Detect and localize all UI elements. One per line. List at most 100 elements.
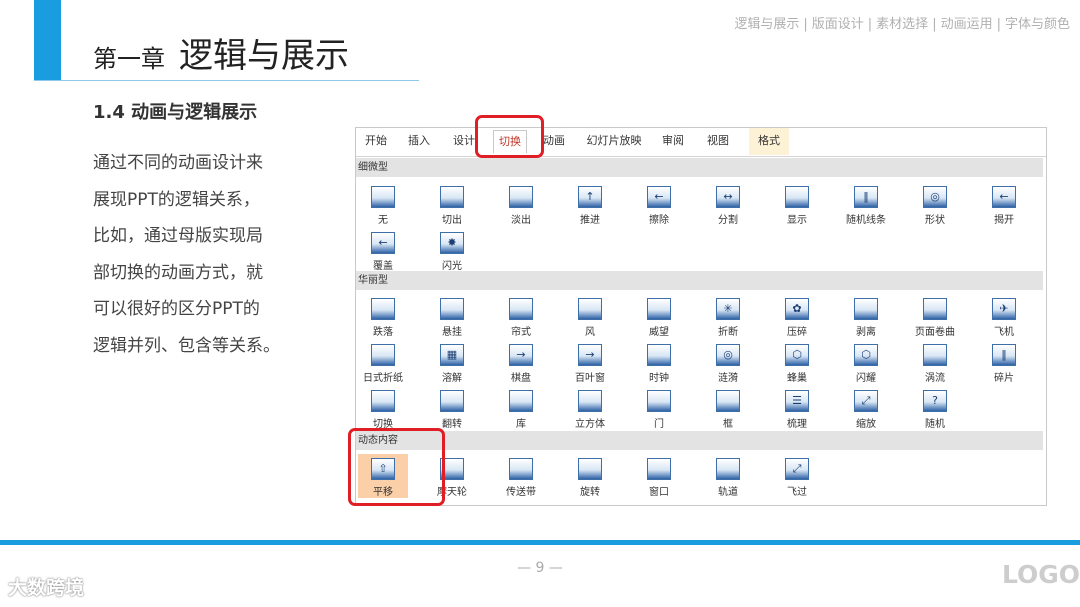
transition-item[interactable]: 切换 bbox=[358, 386, 408, 430]
transition-item-label: 碎片 bbox=[994, 373, 1014, 384]
transition-item[interactable]: 风 bbox=[565, 294, 615, 338]
transition-item[interactable]: → 百叶窗 bbox=[565, 340, 615, 384]
transition-item[interactable]: 立方体 bbox=[565, 386, 615, 430]
transition-item[interactable]: ⬡ 蜂巢 bbox=[772, 340, 822, 384]
transition-item-label: 百叶窗 bbox=[575, 373, 605, 384]
orbit-icon bbox=[716, 458, 740, 480]
tab-review[interactable]: 审阅 bbox=[658, 128, 688, 155]
transition-item[interactable]: 无 bbox=[358, 182, 408, 226]
icon-glyph: ▦ bbox=[446, 348, 458, 361]
transition-item[interactable]: ☰ 梳理 bbox=[772, 386, 822, 430]
footer-bar bbox=[0, 540, 1080, 545]
transition-item[interactable]: 时钟 bbox=[634, 340, 684, 384]
chapter-number: 第一章 bbox=[93, 45, 165, 73]
transition-item[interactable]: ‖ 随机线条 bbox=[841, 182, 891, 226]
transition-item[interactable]: ⬡ 闪耀 bbox=[841, 340, 891, 384]
body-line: 通过不同的动画设计来 bbox=[93, 153, 263, 173]
body-line: 逻辑并列、包含等关系。 bbox=[93, 335, 280, 356]
transition-item[interactable]: ↑ 推进 bbox=[565, 182, 615, 226]
transition-item[interactable]: 切出 bbox=[427, 182, 477, 226]
tab-slideshow[interactable]: 幻灯片放映 bbox=[584, 128, 644, 155]
tab-home[interactable]: 开始 bbox=[361, 128, 391, 155]
transition-item-label: 覆盖 bbox=[373, 261, 393, 272]
nav-item-logic[interactable]: 逻辑与展示 bbox=[734, 17, 799, 32]
body-line: 比如，通过母版实现局 bbox=[93, 226, 263, 247]
transition-item[interactable]: 帘式 bbox=[496, 294, 546, 338]
transition-item[interactable]: ‖ 碎片 bbox=[979, 340, 1029, 384]
transition-item[interactable]: ◎ 涟漪 bbox=[703, 340, 753, 384]
transition-item[interactable]: 轨道 bbox=[703, 454, 753, 498]
transition-item[interactable]: ▦ 溶解 bbox=[427, 340, 477, 384]
transition-item-label: 传送带 bbox=[506, 487, 536, 498]
transition-item-label: 分割 bbox=[718, 215, 738, 226]
transition-item[interactable]: 传送带 bbox=[496, 454, 546, 498]
transition-item[interactable]: 翻转 bbox=[427, 386, 477, 430]
transition-item[interactable]: 旋转 bbox=[565, 454, 615, 498]
crush-icon: ✿ bbox=[785, 298, 809, 320]
transition-item[interactable]: ← 擦除 bbox=[634, 182, 684, 226]
icon-glyph: ⬡ bbox=[861, 348, 871, 361]
transition-item[interactable]: 库 bbox=[496, 386, 546, 430]
transition-item-label: 风 bbox=[585, 327, 595, 338]
honeycomb-icon: ⬡ bbox=[785, 344, 809, 366]
transition-item[interactable]: 显示 bbox=[772, 182, 822, 226]
nav-item-animation[interactable]: 动画运用 bbox=[941, 17, 993, 32]
transition-item[interactable]: 门 bbox=[634, 386, 684, 430]
transition-item[interactable]: 悬挂 bbox=[427, 294, 477, 338]
transition-item[interactable]: ✳ 折断 bbox=[703, 294, 753, 338]
transition-item[interactable]: ✈ 飞机 bbox=[979, 294, 1029, 338]
transition-item[interactable]: 淡出 bbox=[496, 182, 546, 226]
tab-view[interactable]: 视图 bbox=[703, 128, 733, 155]
fracture-icon: ✳ bbox=[716, 298, 740, 320]
page-number: — 9 — bbox=[517, 560, 563, 576]
icon-glyph: ◎ bbox=[930, 190, 940, 203]
transition-item[interactable]: ⤢ 缩放 bbox=[841, 386, 891, 430]
transition-item[interactable]: ← 覆盖 bbox=[358, 228, 408, 272]
transition-item[interactable]: 涡流 bbox=[910, 340, 960, 384]
zoom-icon: ⤢ bbox=[854, 390, 878, 412]
transition-item-label: 悬挂 bbox=[442, 327, 462, 338]
cover-icon: ← bbox=[371, 232, 395, 254]
transitions-ribbon-screenshot: 开始 插入 设计 切换 动画 幻灯片放映 审阅 视图 格式 细微型无 切出 淡出 ↑ 推… bbox=[355, 127, 1047, 506]
transition-item[interactable]: ↔ 分割 bbox=[703, 182, 753, 226]
transition-item-label: 压碎 bbox=[787, 327, 807, 338]
transition-item[interactable]: ← 揭开 bbox=[979, 182, 1029, 226]
transition-item[interactable]: ? 随机 bbox=[910, 386, 960, 430]
transition-item[interactable]: 窗口 bbox=[634, 454, 684, 498]
transition-item[interactable]: ✿ 压碎 bbox=[772, 294, 822, 338]
icon-glyph: ↑ bbox=[585, 190, 595, 203]
glitter-icon: ⬡ bbox=[854, 344, 878, 366]
transition-item-label: 页面卷曲 bbox=[915, 327, 955, 338]
fall-over-icon bbox=[371, 298, 395, 320]
group-header: 华丽型 bbox=[356, 271, 1043, 290]
transition-item[interactable]: ⤢ 飞过 bbox=[772, 454, 822, 498]
transition-item[interactable]: 剥离 bbox=[841, 294, 891, 338]
transition-item[interactable]: 跌落 bbox=[358, 294, 408, 338]
transition-item[interactable]: 框 bbox=[703, 386, 753, 430]
nav-item-assets[interactable]: 素材选择 bbox=[876, 17, 928, 32]
header-underline bbox=[34, 80, 419, 81]
nav-item-fonts[interactable]: 字体与颜色 bbox=[1005, 17, 1070, 32]
vortex-icon bbox=[923, 344, 947, 366]
nav-item-layout[interactable]: 版面设计 bbox=[812, 17, 864, 32]
drape-icon bbox=[440, 298, 464, 320]
transition-item[interactable]: → 棋盘 bbox=[496, 340, 546, 384]
transition-item-label: 门 bbox=[654, 419, 664, 430]
group-header: 细微型 bbox=[356, 158, 1043, 177]
body-line: 可以很好的区分PPT的 bbox=[93, 299, 260, 320]
transition-item-label: 蜂巢 bbox=[787, 373, 807, 384]
tab-insert[interactable]: 插入 bbox=[404, 128, 434, 155]
transition-item[interactable]: 威望 bbox=[634, 294, 684, 338]
fly-through-icon: ⤢ bbox=[785, 458, 809, 480]
transition-item[interactable]: 页面卷曲 bbox=[910, 294, 960, 338]
transition-item[interactable]: ✸ 闪光 bbox=[427, 228, 477, 272]
chapter-title: 第一章 逻辑与展示 bbox=[93, 28, 349, 77]
transition-item[interactable]: 日式折纸 bbox=[358, 340, 408, 384]
transition-item[interactable]: ◎ 形状 bbox=[910, 182, 960, 226]
flash-icon: ✸ bbox=[440, 232, 464, 254]
chapter-name: 逻辑与展示 bbox=[179, 36, 349, 76]
conveyor-icon bbox=[509, 458, 533, 480]
tab-format[interactable]: 格式 bbox=[749, 128, 789, 155]
flip-icon bbox=[440, 390, 464, 412]
window-icon bbox=[647, 458, 671, 480]
